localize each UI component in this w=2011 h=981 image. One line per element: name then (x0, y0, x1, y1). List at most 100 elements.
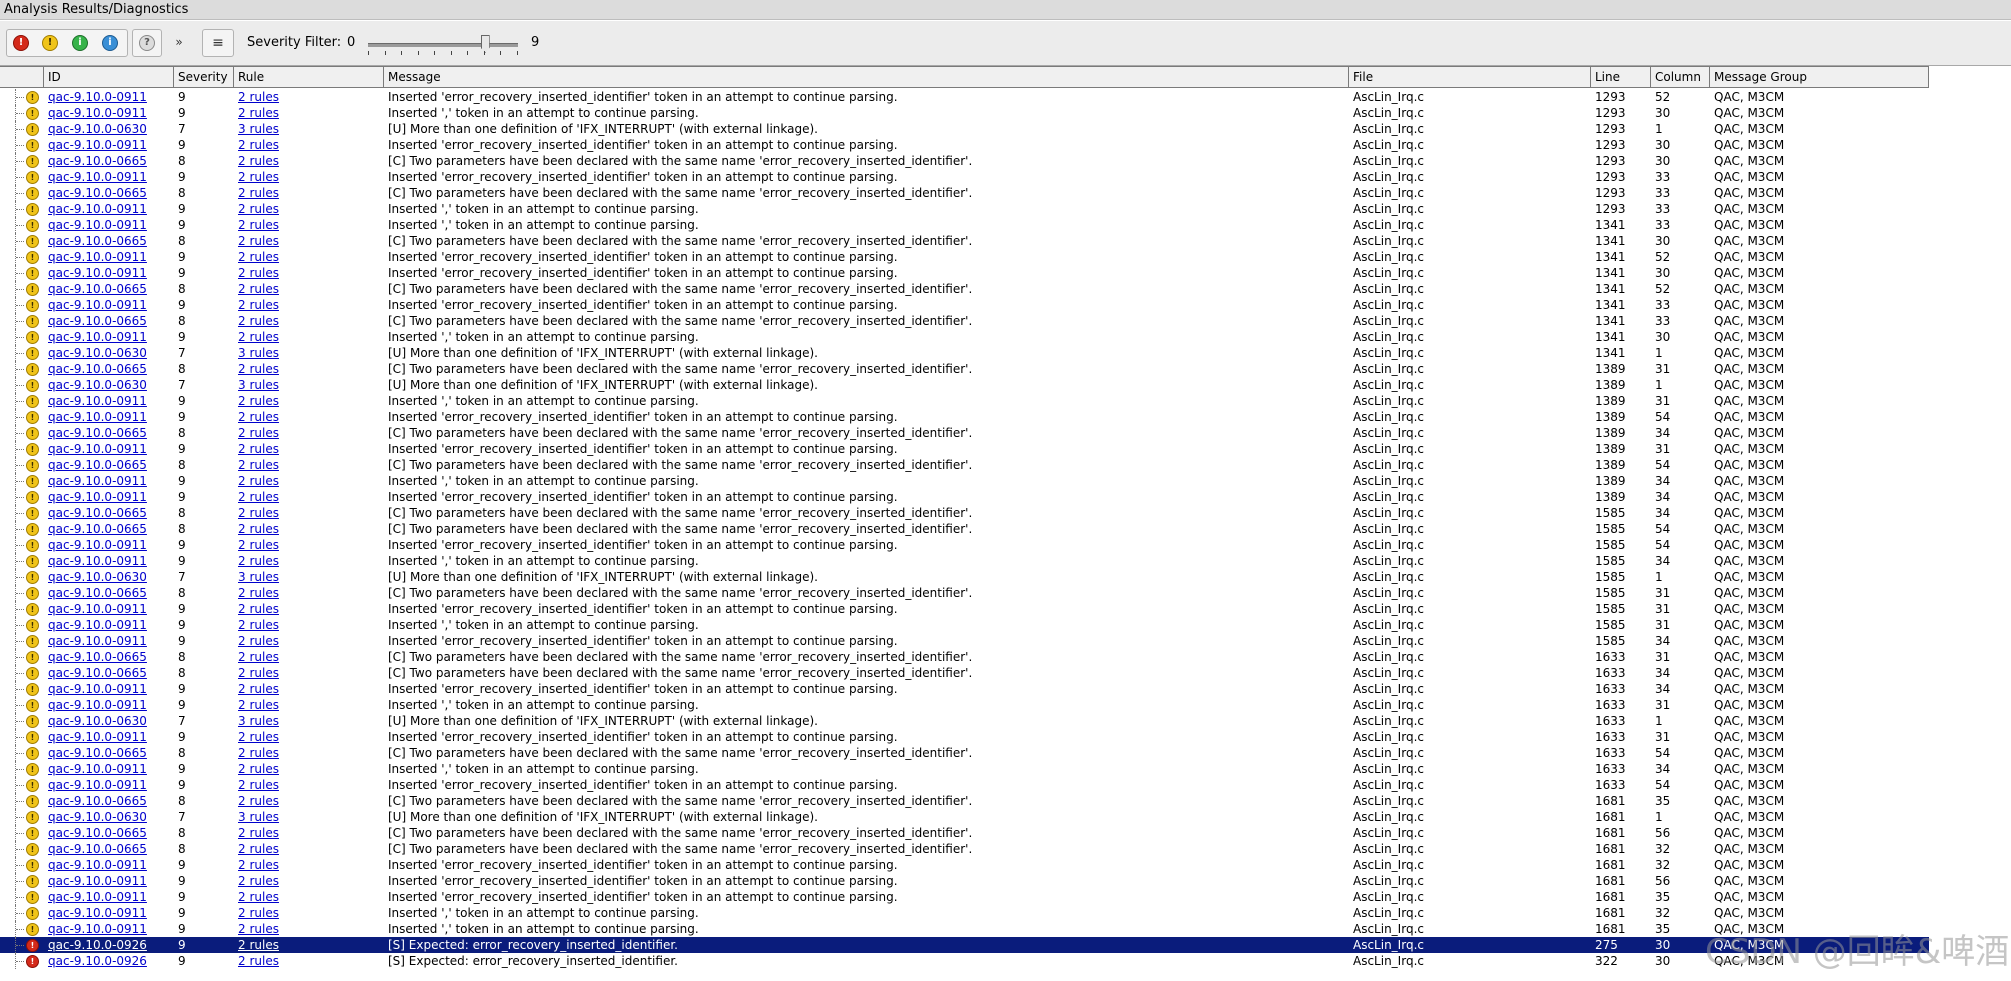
table-row[interactable]: ! qac-9.10.0-0911 9 2 rules Inserted 'error_… (0, 601, 1929, 617)
cell-rule[interactable]: 2 rules (238, 265, 380, 281)
rule-link[interactable]: 2 rules (238, 410, 279, 424)
table-row[interactable]: ! qac-9.10.0-0911 9 2 rules Inserted ',' tok… (0, 105, 1929, 121)
table-row[interactable]: ! qac-9.10.0-0911 9 2 rules Inserted 'error_… (0, 265, 1929, 281)
cell-id[interactable]: qac-9.10.0-0911 (48, 681, 172, 697)
cell-id[interactable]: qac-9.10.0-0911 (48, 217, 172, 233)
table-row[interactable]: ! qac-9.10.0-0665 8 2 rules [C] Two paramete… (0, 185, 1929, 201)
cell-id[interactable]: qac-9.10.0-0665 (48, 457, 172, 473)
id-link[interactable]: qac-9.10.0-0911 (48, 330, 147, 344)
id-link[interactable]: qac-9.10.0-0911 (48, 922, 147, 936)
cell-rule[interactable]: 2 rules (238, 745, 380, 761)
rule-link[interactable]: 2 rules (238, 154, 279, 168)
view-menu-button[interactable]: ≡ (207, 33, 229, 53)
cell-id[interactable]: qac-9.10.0-0665 (48, 185, 172, 201)
table-row[interactable]: ! qac-9.10.0-0911 9 2 rules Inserted ',' tok… (0, 217, 1929, 233)
cell-id[interactable]: qac-9.10.0-0665 (48, 505, 172, 521)
cell-rule[interactable]: 3 rules (238, 569, 380, 585)
table-row[interactable]: ! qac-9.10.0-0911 9 2 rules Inserted ',' tok… (0, 921, 1929, 937)
table-row[interactable]: ! qac-9.10.0-0665 8 2 rules [C] Two paramete… (0, 521, 1929, 537)
cell-rule[interactable]: 2 rules (238, 825, 380, 841)
cell-rule[interactable]: 2 rules (238, 857, 380, 873)
id-link[interactable]: qac-9.10.0-0911 (48, 906, 147, 920)
cell-rule[interactable]: 2 rules (238, 441, 380, 457)
header-message-group[interactable]: Message Group (1710, 67, 1929, 87)
cell-id[interactable]: qac-9.10.0-0911 (48, 537, 172, 553)
cell-id[interactable]: qac-9.10.0-0665 (48, 665, 172, 681)
cell-id[interactable]: qac-9.10.0-0911 (48, 409, 172, 425)
header-message[interactable]: Message (384, 67, 1349, 87)
cell-id[interactable]: qac-9.10.0-0911 (48, 393, 172, 409)
cell-id[interactable]: qac-9.10.0-0911 (48, 921, 172, 937)
id-link[interactable]: qac-9.10.0-0630 (48, 714, 147, 728)
rule-link[interactable]: 2 rules (238, 554, 279, 568)
cell-id[interactable]: qac-9.10.0-0911 (48, 105, 172, 121)
cell-id[interactable]: qac-9.10.0-0665 (48, 649, 172, 665)
rule-link[interactable]: 2 rules (238, 490, 279, 504)
cell-rule[interactable]: 2 rules (238, 729, 380, 745)
cell-id[interactable]: qac-9.10.0-0630 (48, 569, 172, 585)
rule-link[interactable]: 2 rules (238, 330, 279, 344)
rule-link[interactable]: 2 rules (238, 682, 279, 696)
slider-thumb[interactable] (480, 35, 490, 53)
cell-rule[interactable]: 2 rules (238, 537, 380, 553)
table-row[interactable]: ! qac-9.10.0-0665 8 2 rules [C] Two paramete… (0, 825, 1929, 841)
rule-link[interactable]: 2 rules (238, 794, 279, 808)
id-link[interactable]: qac-9.10.0-0665 (48, 650, 147, 664)
table-row[interactable]: ! qac-9.10.0-0665 8 2 rules [C] Two paramete… (0, 585, 1929, 601)
table-row[interactable]: ! qac-9.10.0-0630 7 3 rules [U] More than on… (0, 345, 1929, 361)
cell-rule[interactable]: 2 rules (238, 313, 380, 329)
cell-id[interactable]: qac-9.10.0-0665 (48, 281, 172, 297)
cell-rule[interactable]: 3 rules (238, 713, 380, 729)
id-link[interactable]: qac-9.10.0-0911 (48, 554, 147, 568)
toggle-errors-button[interactable]: ! (10, 33, 32, 53)
header-file[interactable]: File (1349, 67, 1591, 87)
id-link[interactable]: qac-9.10.0-0911 (48, 298, 147, 312)
cell-id[interactable]: qac-9.10.0-0911 (48, 441, 172, 457)
table-row[interactable]: ! qac-9.10.0-0911 9 2 rules Inserted ',' tok… (0, 473, 1929, 489)
cell-rule[interactable]: 2 rules (238, 921, 380, 937)
more-button[interactable]: » (168, 32, 190, 52)
id-link[interactable]: qac-9.10.0-0665 (48, 282, 147, 296)
id-link[interactable]: qac-9.10.0-0665 (48, 522, 147, 536)
id-link[interactable]: qac-9.10.0-0926 (48, 938, 147, 952)
rule-link[interactable]: 2 rules (238, 234, 279, 248)
header-tree[interactable] (0, 67, 44, 87)
table-row[interactable]: ! qac-9.10.0-0665 8 2 rules [C] Two paramete… (0, 841, 1929, 857)
cell-id[interactable]: qac-9.10.0-0911 (48, 697, 172, 713)
cell-id[interactable]: qac-9.10.0-0911 (48, 777, 172, 793)
cell-id[interactable]: qac-9.10.0-0665 (48, 313, 172, 329)
cell-id[interactable]: qac-9.10.0-0630 (48, 377, 172, 393)
id-link[interactable]: qac-9.10.0-0911 (48, 778, 147, 792)
toggle-messages-button[interactable]: i (99, 33, 121, 53)
cell-id[interactable]: qac-9.10.0-0911 (48, 297, 172, 313)
id-link[interactable]: qac-9.10.0-0911 (48, 138, 147, 152)
id-link[interactable]: qac-9.10.0-0665 (48, 842, 147, 856)
rule-link[interactable]: 2 rules (238, 266, 279, 280)
cell-id[interactable]: qac-9.10.0-0911 (48, 249, 172, 265)
toggle-help-button[interactable]: ? (136, 33, 158, 53)
rule-link[interactable]: 2 rules (238, 186, 279, 200)
id-link[interactable]: qac-9.10.0-0911 (48, 682, 147, 696)
cell-rule[interactable]: 2 rules (238, 425, 380, 441)
cell-rule[interactable]: 2 rules (238, 505, 380, 521)
table-row[interactable]: ! qac-9.10.0-0630 7 3 rules [U] More than on… (0, 713, 1929, 729)
cell-id[interactable]: qac-9.10.0-0911 (48, 857, 172, 873)
rule-link[interactable]: 2 rules (238, 170, 279, 184)
cell-rule[interactable]: 2 rules (238, 601, 380, 617)
cell-rule[interactable]: 2 rules (238, 297, 380, 313)
rule-link[interactable]: 3 rules (238, 346, 279, 360)
id-link[interactable]: qac-9.10.0-0665 (48, 186, 147, 200)
table-row[interactable]: ! qac-9.10.0-0911 9 2 rules Inserted ',' tok… (0, 697, 1929, 713)
cell-id[interactable]: qac-9.10.0-0911 (48, 633, 172, 649)
rule-link[interactable]: 2 rules (238, 874, 279, 888)
header-column[interactable]: Column (1651, 67, 1710, 87)
rule-link[interactable]: 2 rules (238, 250, 279, 264)
table-row[interactable]: ! qac-9.10.0-0911 9 2 rules Inserted ',' tok… (0, 905, 1929, 921)
cell-rule[interactable]: 2 rules (238, 249, 380, 265)
rule-link[interactable]: 2 rules (238, 442, 279, 456)
cell-rule[interactable]: 2 rules (238, 281, 380, 297)
rule-link[interactable]: 2 rules (238, 106, 279, 120)
id-link[interactable]: qac-9.10.0-0911 (48, 218, 147, 232)
table-row[interactable]: ! qac-9.10.0-0630 7 3 rules [U] More than on… (0, 809, 1929, 825)
id-link[interactable]: qac-9.10.0-0665 (48, 826, 147, 840)
